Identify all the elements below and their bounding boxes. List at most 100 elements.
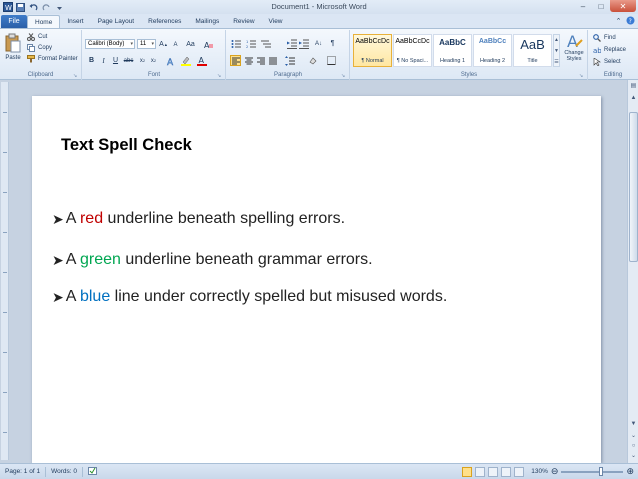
numbering-icon[interactable]: 12 bbox=[245, 38, 256, 49]
text-effects-icon[interactable]: A bbox=[165, 55, 176, 66]
ruler-mark bbox=[3, 272, 7, 273]
align-right-icon[interactable] bbox=[255, 55, 266, 66]
zoom-in-icon[interactable]: ⊕ bbox=[626, 466, 634, 477]
tab-review[interactable]: Review bbox=[226, 15, 261, 28]
superscript-icon[interactable]: x2 bbox=[148, 55, 159, 66]
next-page-icon[interactable]: ⌄ bbox=[629, 452, 638, 461]
font-name-value: Calibri (Body) bbox=[88, 41, 125, 47]
print-layout-view-icon[interactable] bbox=[462, 466, 473, 477]
scroll-up-icon[interactable]: ▲ bbox=[629, 94, 638, 103]
tab-mailings[interactable]: Mailings bbox=[188, 15, 226, 28]
increase-indent-icon[interactable] bbox=[298, 38, 309, 49]
clipboard-launcher-icon[interactable]: ↘ bbox=[73, 73, 79, 79]
font-name-combo[interactable]: Calibri (Body) ▾ bbox=[85, 39, 135, 49]
shrink-font-icon[interactable]: A bbox=[170, 39, 181, 50]
style-title[interactable]: AaB Title bbox=[513, 34, 552, 67]
style-no-spacing-sample: AaBbCcDc bbox=[395, 38, 430, 45]
zoom-out-icon[interactable]: ⊖ bbox=[551, 466, 559, 477]
style-heading-1[interactable]: AaBbC Heading 1 bbox=[433, 34, 472, 67]
cut-button[interactable]: Cut bbox=[27, 32, 47, 42]
document-page[interactable]: Text Spell Check ➤ A red underline benea… bbox=[32, 96, 601, 463]
minimize-ribbon-icon[interactable]: ⌃ bbox=[614, 16, 623, 25]
draft-view-icon[interactable] bbox=[514, 466, 525, 477]
browse-object-icon[interactable]: ○ bbox=[629, 442, 638, 451]
font-color-icon[interactable]: A bbox=[196, 55, 207, 66]
change-styles-button[interactable]: A Change Styles bbox=[561, 32, 587, 70]
customize-qat-icon[interactable] bbox=[54, 2, 65, 13]
zoom-level[interactable]: 130% bbox=[531, 468, 548, 475]
justify-icon[interactable] bbox=[267, 55, 278, 66]
style-no-spacing[interactable]: AaBbCcDc ¶ No Spaci... bbox=[393, 34, 432, 67]
help-icon[interactable]: ? bbox=[626, 16, 635, 25]
tab-references[interactable]: References bbox=[141, 15, 188, 28]
styles-launcher-icon[interactable]: ↘ bbox=[579, 73, 585, 79]
save-icon[interactable] bbox=[15, 2, 26, 13]
page-count[interactable]: Page: 1 of 1 bbox=[0, 466, 47, 477]
full-screen-reading-view-icon[interactable] bbox=[475, 466, 486, 477]
tab-view[interactable]: View bbox=[262, 15, 290, 28]
show-formatting-marks-icon[interactable]: ¶ bbox=[327, 38, 338, 49]
clear-formatting-icon[interactable]: A bbox=[203, 39, 214, 50]
sort-icon[interactable]: A↓ bbox=[313, 38, 324, 49]
find-button[interactable]: Find bbox=[593, 32, 616, 43]
style-normal[interactable]: AaBbCcDc ¶ Normal bbox=[353, 34, 392, 67]
subscript-icon[interactable]: x2 bbox=[137, 55, 148, 66]
bullet-post: underline beneath spelling errors. bbox=[103, 210, 346, 227]
scroll-down-icon[interactable]: ▼ bbox=[629, 420, 638, 429]
replace-label: Replace bbox=[604, 46, 627, 53]
redo-icon[interactable] bbox=[41, 2, 52, 13]
format-painter-button[interactable]: Format Painter bbox=[27, 54, 78, 64]
outline-view-icon[interactable] bbox=[501, 466, 512, 477]
italic-icon[interactable]: I bbox=[98, 55, 109, 66]
font-size-combo[interactable]: 11 ▾ bbox=[137, 39, 156, 49]
copy-button[interactable]: Copy bbox=[27, 43, 52, 53]
change-case-icon[interactable]: Aa bbox=[185, 39, 196, 50]
tab-file[interactable]: File bbox=[1, 15, 27, 28]
undo-icon[interactable] bbox=[28, 2, 39, 13]
vertical-scrollbar[interactable]: ▤ ▲ ▼ ⌄ ○ ⌄ bbox=[627, 80, 638, 463]
document-heading: Text Spell Check bbox=[61, 136, 192, 154]
shading-icon[interactable] bbox=[307, 55, 318, 66]
style-heading-2[interactable]: AaBbCc Heading 2 bbox=[473, 34, 512, 67]
maximize-button[interactable]: □ bbox=[592, 0, 610, 12]
bullet-post: underline beneath grammar errors. bbox=[120, 251, 373, 268]
align-center-icon[interactable] bbox=[243, 55, 254, 66]
select-button[interactable]: Select bbox=[593, 56, 621, 67]
underline-icon[interactable]: U bbox=[110, 55, 121, 66]
highlight-icon[interactable] bbox=[180, 55, 191, 66]
zoom-slider-knob[interactable] bbox=[599, 466, 604, 476]
paragraph-launcher-icon[interactable]: ↘ bbox=[341, 73, 347, 79]
zoom-slider[interactable] bbox=[561, 466, 624, 476]
previous-page-icon[interactable]: ⌄ bbox=[629, 432, 638, 441]
grow-font-icon[interactable]: A ▲ bbox=[158, 39, 169, 50]
web-layout-view-icon[interactable] bbox=[488, 466, 499, 477]
paste-button[interactable]: Paste bbox=[3, 33, 23, 69]
strikethrough-icon[interactable]: abc bbox=[123, 55, 134, 66]
vertical-ruler bbox=[1, 82, 9, 460]
bold-icon[interactable]: B bbox=[86, 55, 97, 66]
tab-home[interactable]: Home bbox=[27, 15, 61, 28]
proofing-icon[interactable] bbox=[83, 466, 102, 477]
change-styles-label: Change Styles bbox=[564, 50, 584, 62]
close-button[interactable]: ✕ bbox=[610, 0, 636, 12]
tab-page-layout[interactable]: Page Layout bbox=[91, 15, 142, 28]
bullet-pre: A bbox=[65, 251, 80, 268]
ruler-toggle-icon[interactable]: ▤ bbox=[629, 82, 638, 91]
font-size-value: 11 bbox=[140, 41, 147, 47]
replace-button[interactable]: ab Replace bbox=[593, 44, 626, 55]
ruler-mark bbox=[3, 432, 7, 433]
minimize-button[interactable]: – bbox=[574, 0, 592, 12]
borders-icon[interactable] bbox=[326, 55, 337, 66]
bullets-icon[interactable] bbox=[230, 38, 241, 49]
line-spacing-icon[interactable] bbox=[284, 55, 295, 66]
font-launcher-icon[interactable]: ↘ bbox=[217, 73, 223, 79]
style-title-name: Title bbox=[527, 58, 538, 64]
align-left-icon[interactable] bbox=[230, 55, 241, 66]
scrollbar-thumb[interactable] bbox=[629, 112, 638, 262]
tab-insert[interactable]: Insert bbox=[60, 15, 90, 28]
word-count[interactable]: Words: 0 bbox=[46, 466, 83, 477]
styles-gallery-scroll[interactable]: ▲ ▼ ☰ bbox=[553, 34, 560, 67]
decrease-indent-icon[interactable] bbox=[286, 38, 297, 49]
word-app-icon[interactable]: W bbox=[2, 2, 13, 13]
multilevel-list-icon[interactable] bbox=[260, 38, 271, 49]
